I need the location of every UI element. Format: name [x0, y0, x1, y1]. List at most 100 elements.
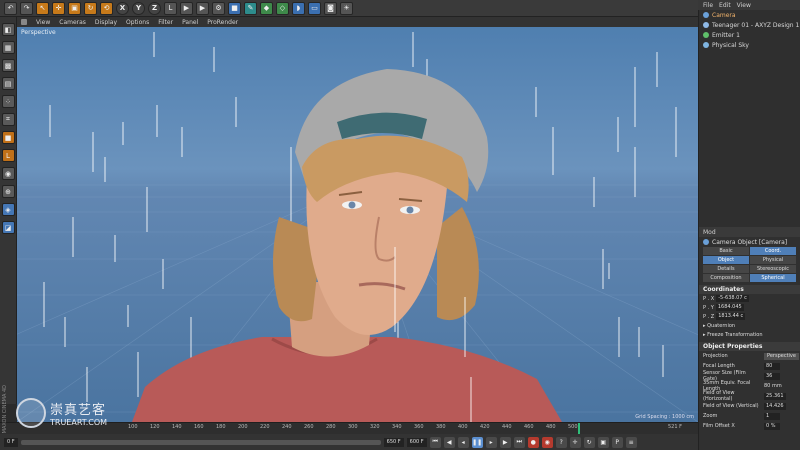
deformer-icon[interactable]: ◗ — [292, 1, 305, 15]
redo-icon[interactable]: ↷ — [20, 1, 33, 15]
timeline-menu-icon[interactable]: ≡ — [625, 436, 637, 448]
coord-value-field[interactable]: 1813.44 c — [716, 313, 746, 320]
om-menu-edit[interactable]: Edit — [719, 2, 731, 9]
coordinate-system-icon[interactable]: L — [164, 1, 177, 15]
previous-frame-icon[interactable]: ◂ — [457, 436, 469, 448]
render-picture-viewer-icon[interactable]: ▶ — [196, 1, 209, 15]
tweak-icon[interactable]: ◉ — [1, 167, 15, 180]
workplane-icon[interactable]: ▤ — [1, 77, 15, 90]
polygons-mode-icon[interactable]: ■ — [1, 131, 15, 144]
property-fov-vertical: Field of View (Vertical) 14.426 — [699, 401, 800, 411]
scale-tool-icon[interactable]: ▣ — [68, 1, 81, 15]
viewport-menu-view[interactable]: View — [36, 19, 50, 26]
fov-horizontal-field[interactable]: 25.361 — [764, 392, 786, 400]
range-end-field[interactable]: 600 F — [406, 437, 427, 447]
timeline-tick: 280 — [326, 424, 336, 430]
om-menu-file[interactable]: File — [703, 2, 713, 9]
quaternion-group[interactable]: ▸ Quaternion — [699, 321, 800, 330]
previous-key-icon[interactable]: ◀ — [443, 436, 455, 448]
freeze-transformation-group[interactable]: ▸ Freeze Transformation — [699, 330, 800, 339]
frame-range-slider[interactable] — [20, 439, 381, 445]
rotate-tool-icon[interactable]: ↻ — [84, 1, 97, 15]
pause-icon[interactable]: ❚❚ — [471, 436, 483, 448]
param-key-icon[interactable]: P — [611, 436, 623, 448]
move-tool-icon[interactable]: ✛ — [52, 1, 65, 15]
workplane-mode-icon[interactable]: ◈ — [1, 203, 15, 216]
model-mode-icon[interactable]: ▦ — [1, 41, 15, 54]
enable-axis-icon[interactable]: L — [1, 149, 15, 162]
film-offset-x-field[interactable]: 0 % — [764, 422, 780, 430]
scale-key-icon[interactable]: ▣ — [597, 436, 609, 448]
recent-tool-icon[interactable]: ⟲ — [100, 1, 113, 15]
x-axis-icon[interactable]: X — [116, 1, 129, 15]
record-icon[interactable]: ● — [527, 436, 539, 448]
go-to-start-icon[interactable]: ⏮ — [429, 436, 441, 448]
go-to-end-icon[interactable]: ⏭ — [513, 436, 525, 448]
fov-vertical-field[interactable]: 14.426 — [764, 402, 786, 410]
viewport-menu-panel[interactable]: Panel — [182, 19, 198, 26]
coord-value-field[interactable]: 1684.045 — [715, 304, 744, 311]
texture-mode-icon[interactable]: ▩ — [1, 59, 15, 72]
viewport-menu-filter[interactable]: Filter — [158, 19, 173, 26]
tab-coord[interactable]: Coord. — [750, 247, 796, 255]
z-axis-icon[interactable]: Z — [148, 1, 161, 15]
focal-length-field[interactable]: 80 — [764, 362, 780, 370]
property-zoom: Zoom 1 — [699, 411, 800, 421]
timeline-tick: 500 — [568, 424, 578, 430]
move-key-icon[interactable]: ✛ — [569, 436, 581, 448]
tab-details[interactable]: Details — [703, 265, 749, 273]
end-frame-field[interactable]: 650 F — [383, 437, 404, 447]
tab-composition[interactable]: Composition — [703, 274, 749, 282]
viewport-menu-display[interactable]: Display — [95, 19, 117, 26]
y-axis-icon[interactable]: Y — [132, 1, 145, 15]
character-model[interactable] — [132, 69, 562, 422]
next-key-icon[interactable]: ▶ — [499, 436, 511, 448]
object-item-teenager[interactable]: Teenager 01 - AXYZ Design 1 — [699, 20, 800, 30]
floor-icon[interactable]: ▭ — [308, 1, 321, 15]
pen-icon[interactable]: ✎ — [244, 1, 257, 15]
timeline-tick: 320 — [370, 424, 380, 430]
autokey-icon[interactable]: ◉ — [541, 436, 553, 448]
object-item-physical-sky[interactable]: Physical Sky — [699, 40, 800, 50]
render-view-icon[interactable]: ▶ — [180, 1, 193, 15]
perspective-viewport[interactable]: Perspective Grid Spacing : 1000 cm — [17, 27, 698, 422]
start-frame-field[interactable]: 0 F — [4, 437, 18, 447]
tab-basic[interactable]: Basic — [703, 247, 749, 255]
tab-physical[interactable]: Physical — [750, 256, 796, 264]
tab-stereoscopic[interactable]: Stereoscopic — [750, 265, 796, 273]
viewport-menu-cameras[interactable]: Cameras — [59, 19, 86, 26]
zoom-field[interactable]: 1 — [764, 412, 780, 420]
viewport-menu-options[interactable]: Options — [126, 19, 149, 26]
snap-icon[interactable]: ⊕ — [1, 185, 15, 198]
solo-icon[interactable]: ◪ — [1, 221, 15, 234]
tab-object[interactable]: Object — [703, 256, 749, 264]
select-tool-icon[interactable]: ↖ — [36, 1, 49, 15]
cube-icon[interactable]: ■ — [228, 1, 241, 15]
tab-spherical[interactable]: Spherical — [750, 274, 796, 282]
mode-menu[interactable]: Mod — [703, 229, 716, 236]
next-frame-icon[interactable]: ▸ — [485, 436, 497, 448]
make-editable-icon[interactable]: ◧ — [1, 23, 15, 36]
watermark: 崇真艺客 TRUEART.COM — [16, 398, 107, 428]
camera-icon[interactable]: ◙ — [324, 1, 337, 15]
projection-dropdown[interactable]: Perspective — [764, 352, 799, 360]
timeline-tick: 160 — [194, 424, 204, 430]
coord-value-field[interactable]: -5-638.07 c — [716, 295, 749, 302]
mesh-object-icon — [703, 22, 709, 28]
render-settings-icon[interactable]: ⚙ — [212, 1, 225, 15]
key-selection-icon[interactable]: ? — [555, 436, 567, 448]
array-icon[interactable]: ◇ — [276, 1, 289, 15]
viewport-menu-prorender[interactable]: ProRender — [207, 19, 238, 26]
viewport-menu-icon[interactable] — [21, 19, 27, 25]
rotate-key-icon[interactable]: ↻ — [583, 436, 595, 448]
coord-axis-label: P . Z — [703, 313, 715, 320]
om-menu-view[interactable]: View — [737, 2, 751, 9]
object-item-emitter[interactable]: Emitter 1 — [699, 30, 800, 40]
light-icon[interactable]: ☀ — [340, 1, 353, 15]
object-item-camera[interactable]: Camera — [699, 10, 800, 20]
subdivision-icon[interactable]: ◆ — [260, 1, 273, 15]
sensor-size-field[interactable]: 36 — [764, 372, 780, 380]
undo-icon[interactable]: ↶ — [4, 1, 17, 15]
edges-mode-icon[interactable]: ⌗ — [1, 113, 15, 126]
points-mode-icon[interactable]: ⁘ — [1, 95, 15, 108]
